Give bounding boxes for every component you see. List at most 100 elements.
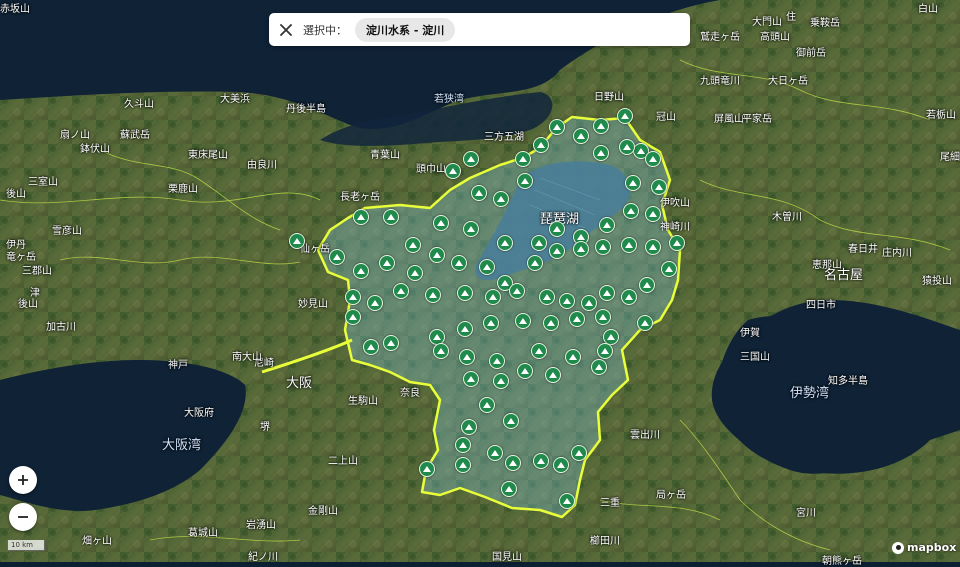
place-label: 尾細山 <box>940 152 960 163</box>
observation-point-marker[interactable] <box>595 309 611 325</box>
observation-point-marker[interactable] <box>487 445 503 461</box>
selecting-label: 選択中： <box>303 23 347 37</box>
observation-point-marker[interactable] <box>559 293 575 309</box>
observation-point-marker[interactable] <box>407 265 423 281</box>
observation-point-marker[interactable] <box>533 137 549 153</box>
observation-point-marker[interactable] <box>549 243 565 259</box>
observation-point-marker[interactable] <box>637 315 653 331</box>
observation-point-marker[interactable] <box>393 283 409 299</box>
observation-point-marker[interactable] <box>645 151 661 167</box>
observation-point-marker[interactable] <box>599 285 615 301</box>
observation-point-marker[interactable] <box>543 315 559 331</box>
observation-point-marker[interactable] <box>445 163 461 179</box>
observation-point-marker[interactable] <box>619 139 635 155</box>
observation-point-marker[interactable] <box>573 128 589 144</box>
observation-point-marker[interactable] <box>489 353 505 369</box>
observation-point-marker[interactable] <box>539 289 555 305</box>
observation-point-marker[interactable] <box>459 349 475 365</box>
observation-point-marker[interactable] <box>661 261 677 277</box>
close-button[interactable] <box>277 21 295 39</box>
observation-point-marker[interactable] <box>463 371 479 387</box>
observation-point-marker[interactable] <box>429 247 445 263</box>
observation-point-marker[interactable] <box>593 118 609 134</box>
observation-point-marker[interactable] <box>471 185 487 201</box>
observation-point-marker[interactable] <box>463 151 479 167</box>
observation-point-marker[interactable] <box>479 397 495 413</box>
observation-point-marker[interactable] <box>527 255 543 271</box>
observation-point-marker[interactable] <box>345 309 361 325</box>
observation-point-marker[interactable] <box>457 285 473 301</box>
observation-point-marker[interactable] <box>433 215 449 231</box>
satellite-map[interactable]: 大門山住乗鞍岳 鷲走ヶ岳 高頭山 御前岳 九頭竜川 大日ヶ岳 日野山 若狭湾 大美浜 丹後半島 久斗… <box>0 0 960 567</box>
observation-point-marker[interactable] <box>493 373 509 389</box>
observation-point-marker[interactable] <box>433 343 449 359</box>
observation-point-marker[interactable] <box>621 289 637 305</box>
observation-point-marker[interactable] <box>549 119 565 135</box>
observation-point-marker[interactable] <box>625 175 641 191</box>
observation-point-marker[interactable] <box>569 311 585 327</box>
observation-point-marker[interactable] <box>379 255 395 271</box>
observation-point-marker[interactable] <box>565 349 581 365</box>
observation-point-marker[interactable] <box>461 419 477 435</box>
observation-point-marker[interactable] <box>533 453 549 469</box>
observation-point-marker[interactable] <box>463 221 479 237</box>
observation-point-marker[interactable] <box>479 259 495 275</box>
zoom-in-button[interactable] <box>9 466 37 494</box>
observation-point-marker[interactable] <box>383 209 399 225</box>
observation-point-marker[interactable] <box>505 455 521 471</box>
observation-point-marker[interactable] <box>419 461 435 477</box>
zoom-out-button[interactable] <box>9 503 37 531</box>
observation-point-marker[interactable] <box>621 237 637 253</box>
observation-point-marker[interactable] <box>289 233 305 249</box>
observation-point-marker[interactable] <box>617 108 633 124</box>
observation-point-marker[interactable] <box>353 209 369 225</box>
observation-point-marker[interactable] <box>501 481 517 497</box>
observation-point-marker[interactable] <box>645 206 661 222</box>
observation-point-marker[interactable] <box>581 295 597 311</box>
observation-point-marker[interactable] <box>559 493 575 509</box>
observation-point-marker[interactable] <box>597 343 613 359</box>
mapbox-attribution[interactable]: mapbox <box>892 541 956 554</box>
observation-point-marker[interactable] <box>493 191 509 207</box>
observation-point-marker[interactable] <box>517 363 533 379</box>
observation-point-marker[interactable] <box>503 413 519 429</box>
observation-point-marker[interactable] <box>599 217 615 233</box>
observation-point-marker[interactable] <box>531 343 547 359</box>
observation-point-marker[interactable] <box>645 239 661 255</box>
observation-point-marker[interactable] <box>485 289 501 305</box>
observation-point-marker[interactable] <box>353 263 369 279</box>
observation-point-marker[interactable] <box>549 221 565 237</box>
observation-point-marker[interactable] <box>455 437 471 453</box>
observation-point-marker[interactable] <box>383 335 399 351</box>
observation-point-marker[interactable] <box>367 295 383 311</box>
observation-point-marker[interactable] <box>345 289 361 305</box>
observation-point-marker[interactable] <box>545 367 561 383</box>
observation-point-marker[interactable] <box>425 287 441 303</box>
observation-point-marker[interactable] <box>515 313 531 329</box>
observation-point-marker[interactable] <box>573 241 589 257</box>
observation-point-marker[interactable] <box>623 203 639 219</box>
place-label: 紀ノ川 <box>248 552 278 563</box>
observation-point-marker[interactable] <box>571 445 587 461</box>
observation-point-marker[interactable] <box>517 173 533 189</box>
observation-point-marker[interactable] <box>455 457 471 473</box>
observation-point-marker[interactable] <box>457 321 473 337</box>
observation-point-marker[interactable] <box>595 239 611 255</box>
observation-point-marker[interactable] <box>669 235 685 251</box>
selected-river-chip[interactable]: 淀川水系 - 淀川 <box>355 17 456 42</box>
mapbox-logo-icon <box>892 541 904 554</box>
observation-point-marker[interactable] <box>483 315 499 331</box>
observation-point-marker[interactable] <box>363 339 379 355</box>
observation-point-marker[interactable] <box>593 145 609 161</box>
observation-point-marker[interactable] <box>509 283 525 299</box>
observation-point-marker[interactable] <box>639 277 655 293</box>
observation-point-marker[interactable] <box>591 359 607 375</box>
observation-point-marker[interactable] <box>553 457 569 473</box>
observation-point-marker[interactable] <box>451 255 467 271</box>
observation-point-marker[interactable] <box>531 235 547 251</box>
observation-point-marker[interactable] <box>405 237 421 253</box>
observation-point-marker[interactable] <box>515 151 531 167</box>
observation-point-marker[interactable] <box>329 249 345 265</box>
observation-point-marker[interactable] <box>497 235 513 251</box>
observation-point-marker[interactable] <box>651 179 667 195</box>
